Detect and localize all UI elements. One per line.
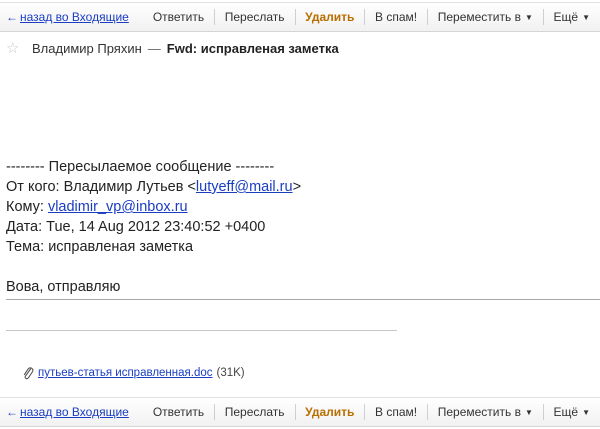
move-to-dropdown[interactable]: Переместить в ▼ (428, 403, 543, 421)
from-prefix: От кого: Владимир Лутьев < (6, 179, 196, 195)
chevron-down-icon: ▼ (524, 12, 533, 22)
subject-line: Тема: исправленая заметка (6, 239, 194, 255)
delete-button[interactable]: Удалить (295, 8, 364, 26)
forward-button[interactable]: Переслать (215, 403, 295, 421)
delete-button[interactable]: Удалить (295, 403, 364, 421)
back-to-inbox-label: назад во Входящие (20, 405, 129, 419)
back-to-inbox-link[interactable]: ← назад во Входящие (0, 405, 143, 419)
more-dropdown[interactable]: Ещё ▼ (544, 8, 600, 26)
paperclip-icon (22, 365, 34, 381)
top-toolbar: ← назад во Входящие Ответить Переслать Уд… (0, 2, 600, 32)
to-email-link[interactable]: vladimir_vp@inbox.ru (48, 199, 188, 215)
sender-name[interactable]: Владимир Пряхин (32, 41, 142, 56)
from-suffix: > (292, 179, 302, 195)
bottom-toolbar: ← назад во Входящие Ответить Переслать Уд… (0, 397, 600, 427)
chevron-down-icon: ▼ (582, 407, 590, 417)
back-to-inbox-label: назад во Входящие (20, 10, 129, 24)
body-divider (6, 299, 600, 300)
header-dash: — (147, 40, 161, 56)
move-to-dropdown[interactable]: Переместить в ▼ (428, 8, 543, 26)
message-body: -------- Пересылаемое сообщение --------… (6, 157, 596, 297)
from-line: От кого: Владимир Лутьев <lutyeff@mail.r… (6, 177, 596, 197)
to-prefix: Кому: (6, 199, 48, 215)
message-subject: Fwd: исправленая заметка (166, 40, 339, 56)
from-email-link[interactable]: lutyeff@mail.ru (196, 179, 293, 195)
spam-button[interactable]: В спам! (365, 403, 427, 421)
date-line: Дата: Tue, 14 Aug 2012 23:40:52 +0400 (6, 219, 266, 235)
forward-button[interactable]: Переслать (215, 8, 295, 26)
spam-button[interactable]: В спам! (365, 8, 427, 26)
forward-header: -------- Пересылаемое сообщение -------- (6, 159, 275, 175)
move-to-label: Переместить в (437, 405, 521, 419)
attachment-link[interactable]: путьев-статья исправленная.doc (38, 367, 213, 379)
message-header: ☆ Владимир Пряхин — Fwd: исправленая зам… (0, 34, 600, 62)
star-icon[interactable]: ☆ (6, 39, 26, 57)
more-dropdown[interactable]: Ещё ▼ (544, 403, 600, 421)
message-text: Вова, отправляю (6, 279, 121, 295)
move-to-label: Переместить в (437, 10, 521, 24)
more-label: Ещё (553, 10, 579, 24)
attachment-size: (31K) (216, 367, 245, 379)
attachment-item: путьев-статья исправленная.doc (31K) (22, 365, 245, 381)
chevron-down-icon: ▼ (582, 12, 590, 22)
back-to-inbox-link[interactable]: ← назад во Входящие (0, 10, 143, 24)
back-arrow-icon: ← (6, 10, 18, 24)
more-label: Ещё (553, 405, 579, 419)
back-arrow-icon: ← (6, 405, 18, 419)
chevron-down-icon: ▼ (524, 407, 533, 417)
attachments-divider (6, 330, 397, 331)
reply-button[interactable]: Ответить (143, 403, 214, 421)
to-line: Кому: vladimir_vp@inbox.ru (6, 197, 596, 217)
reply-button[interactable]: Ответить (143, 8, 214, 26)
